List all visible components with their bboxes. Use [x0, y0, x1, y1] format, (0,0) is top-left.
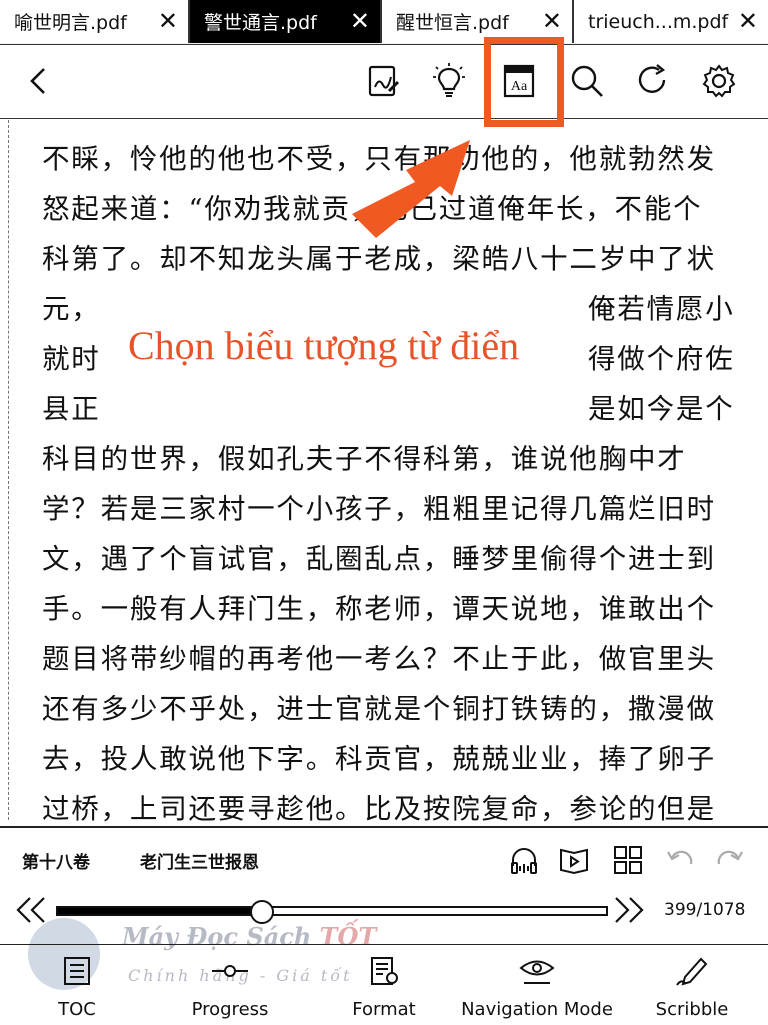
progress-track[interactable] [56, 900, 608, 924]
chapter-volume: 第十八卷 [22, 853, 90, 873]
dictionary-highlight-box [484, 37, 564, 127]
toc-icon [57, 951, 97, 991]
nav-progress[interactable]: Progress [180, 945, 280, 1025]
nav-label: Scribble [655, 999, 729, 1020]
navigation-mode-icon [517, 951, 557, 991]
bottom-navigation: TOC Progress Format Navigation Mode Scri… [0, 944, 768, 1025]
format-icon [364, 951, 404, 991]
nav-label: Format [352, 999, 416, 1020]
progress-slider-handle[interactable] [249, 900, 274, 924]
chapter-bar: 第十八卷 老门生三世报恩 399/1078 [0, 826, 768, 948]
nav-label: TOC [58, 999, 96, 1020]
chapter-title: 老门生三世报恩 [140, 853, 259, 873]
scribble-icon [672, 951, 712, 991]
nav-format[interactable]: Format [344, 945, 424, 1025]
progress-fill [58, 908, 261, 914]
nav-toc[interactable]: TOC [42, 945, 112, 1025]
next-chapter-icon[interactable] [612, 894, 646, 933]
progress-row: 399/1078 [0, 894, 768, 930]
nav-scribble[interactable]: Scribble [650, 945, 734, 1025]
audio-icon[interactable] [506, 842, 542, 878]
play-book-icon[interactable] [556, 842, 592, 878]
grid-icon[interactable] [610, 842, 646, 878]
progress-icon [210, 951, 250, 991]
page-counter: 399/1078 [664, 900, 746, 920]
undo-icon[interactable] [662, 842, 698, 878]
nav-label: Navigation Mode [461, 999, 613, 1020]
redo-icon[interactable] [712, 842, 748, 878]
nav-navigation-mode[interactable]: Navigation Mode [461, 945, 613, 1025]
nav-label: Progress [191, 999, 269, 1020]
